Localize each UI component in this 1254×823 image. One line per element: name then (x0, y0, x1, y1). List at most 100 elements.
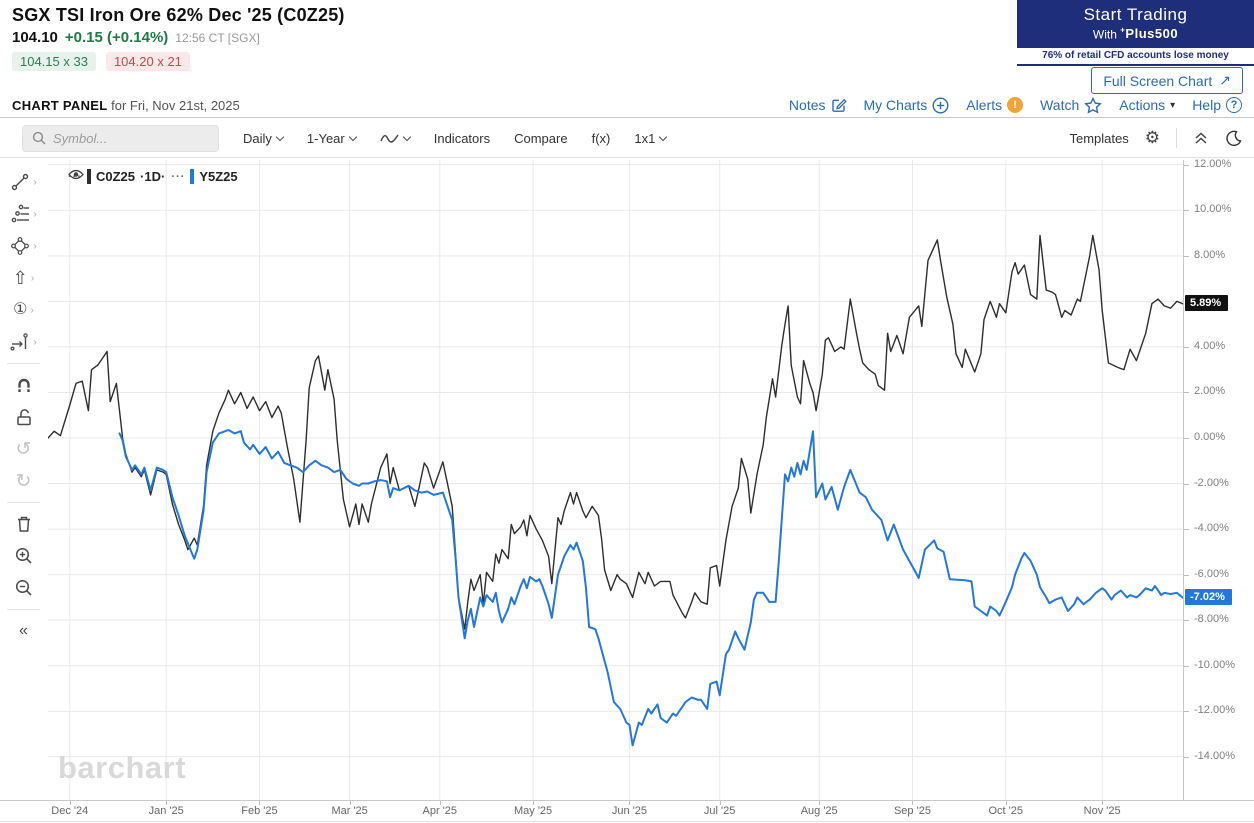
chevron-down-icon (402, 132, 411, 141)
y-axis-label: 0.00% (1194, 430, 1226, 443)
redo-button[interactable]: ↻ (0, 465, 47, 497)
indicators-button[interactable]: Indicators (434, 131, 490, 146)
x-axis-label: Jun '25 (611, 805, 648, 817)
symbol-search-input[interactable]: Symbol... (22, 124, 219, 152)
series-line-Y5Z25[interactable] (118, 429, 1184, 747)
y-axis-tick (1184, 438, 1189, 439)
undo-button[interactable]: ↺ (0, 433, 47, 465)
actions-menu[interactable]: Actions ▾ (1119, 97, 1175, 113)
page-title: SGX TSI Iron Ore 62% Dec '25 (C0Z25) (12, 5, 345, 25)
x-axis-tick (166, 801, 167, 805)
notes-pencil-icon (831, 98, 847, 112)
chart-toolbar: Symbol... Daily 1-Year Indicators Compar… (0, 119, 1254, 158)
x-axis-label: Feb '25 (241, 805, 278, 817)
chart-type-dropdown[interactable] (380, 132, 411, 145)
x-axis-tick (629, 801, 630, 805)
zoom-out-button[interactable] (0, 572, 47, 604)
fibonacci-tool[interactable]: › (0, 198, 47, 230)
measure-tool[interactable]: › (0, 326, 47, 358)
y-axis-tick (1184, 484, 1189, 485)
x-axis-label: Apr '25 (422, 805, 458, 817)
y-axis-tick (1184, 620, 1189, 621)
x-axis-label: Jul '25 (703, 805, 736, 817)
number-annotation-tool[interactable]: ① › (0, 294, 47, 326)
price-chart-svg[interactable] (48, 160, 1183, 800)
delete-drawings-button[interactable] (0, 508, 47, 540)
y-axis-tick (1184, 165, 1189, 166)
x-axis-label: Nov '25 (1083, 805, 1121, 817)
series2-symbol: Y5Z25 (199, 169, 238, 184)
legend-series-2[interactable]: ··· Y5Z25 (68, 169, 238, 184)
y-axis-label: -2.00% (1194, 476, 1229, 489)
chart-panel-bar: CHART PANEL for Fri, Nov 21st, 2025 Note… (0, 93, 1254, 118)
search-icon (32, 131, 46, 145)
grid-layout-dropdown[interactable]: 1x1 (634, 131, 668, 146)
x-axis-label: Mar '25 (331, 805, 368, 817)
full-screen-chart-button[interactable]: Full Screen Chart ↗ (1091, 67, 1243, 94)
chevron-down-icon (659, 132, 668, 141)
x-axis-tick (259, 801, 260, 805)
series1-timeframe[interactable]: ·1D· (140, 169, 165, 184)
series-line-C0Z25[interactable] (48, 234, 1183, 630)
shapes-tool[interactable]: › (0, 230, 47, 262)
quote-line: 104.10 +0.15 (+0.14%) 12:56 CT [SGX] (12, 29, 345, 46)
gear-icon[interactable]: ⚙ (1145, 128, 1160, 148)
series-options-icon[interactable]: ··· (171, 171, 185, 183)
alerts-link[interactable]: Alerts ! (966, 97, 1024, 113)
watch-link[interactable]: Watch (1040, 96, 1103, 114)
y-axis-label: 10.00% (1194, 203, 1232, 216)
panel-date: for Fri, Nov 21st, 2025 (111, 97, 240, 113)
series1-color-swatch (87, 169, 91, 184)
x-axis-label: May '25 (514, 805, 553, 817)
question-circle-icon: ? (1226, 97, 1242, 113)
unlock-tool[interactable] (0, 401, 47, 433)
y-axis-tick (1184, 711, 1189, 712)
time-axis[interactable]: Dec '24 Jan '25 Feb '25 Mar '25 Apr '25 May '… (0, 800, 1254, 822)
y-axis-tick (1184, 392, 1189, 393)
plus500-ad-banner[interactable]: Start Trading With +Plus500 76% of retai… (1017, 0, 1254, 67)
y-axis-tick (1184, 347, 1189, 348)
x-axis-tick (533, 801, 534, 805)
y-axis-label: 4.00% (1194, 339, 1226, 352)
plus-circle-icon (932, 96, 949, 114)
zoom-in-button[interactable] (0, 540, 47, 572)
barchart-watermark: barchart (58, 750, 187, 785)
collapse-up-icon[interactable] (1193, 130, 1209, 146)
drawing-tool-rail: › › › ⇧ › ① › › ↺ ↻ « (0, 158, 47, 823)
eye-icon[interactable] (68, 169, 84, 180)
range-dropdown[interactable]: 1-Year (307, 131, 357, 146)
x-axis-tick (819, 801, 820, 805)
barchart-chart-page: SGX TSI Iron Ore 62% Dec '25 (C0Z25) 104… (0, 0, 1254, 823)
period-dropdown[interactable]: Daily (243, 131, 285, 146)
ad-with-text: With (1092, 27, 1117, 42)
watch-label: Watch (1040, 97, 1080, 113)
magnet-tool[interactable] (0, 369, 47, 401)
bid-ask-row: 104.15 x 33 104.20 x 21 (12, 52, 345, 71)
chart-plot-area[interactable]: ··· C0Z25 ·1D· ··· Y5Z25 barchart (48, 160, 1183, 800)
x-axis-tick (440, 801, 441, 805)
trendline-tool[interactable]: › (0, 166, 47, 198)
chevron-down-icon: ▾ (1170, 99, 1176, 111)
help-link[interactable]: Help ? (1192, 97, 1242, 113)
y-axis-label: 2.00% (1194, 385, 1226, 398)
price-axis[interactable]: 12.00% 10.00% 8.00% 4.00% 2.00% 0.00% -2.00% -4… (1183, 157, 1254, 800)
alert-exclamation-icon: ! (1007, 97, 1024, 113)
notes-link[interactable]: Notes (789, 97, 847, 113)
fx-button[interactable]: f(x) (592, 131, 611, 146)
collapse-rail-button[interactable]: « (0, 615, 47, 647)
panel-links: Notes My Charts Alerts ! Watch Actions ▾… (789, 96, 1242, 114)
ad-main[interactable]: Start Trading With +Plus500 (1017, 0, 1254, 49)
y-axis-label: 8.00% (1194, 248, 1226, 261)
y-axis-label: 12.00% (1194, 157, 1232, 170)
arrow-annotation-tool[interactable]: ⇧ › (0, 262, 47, 294)
my-charts-link[interactable]: My Charts (864, 96, 950, 114)
line-type-icon (380, 134, 399, 143)
toolbar-items: Daily 1-Year Indicators Compare f(x) 1x1 (243, 131, 668, 146)
external-arrow-icon: ↗ (1219, 72, 1231, 88)
panel-title-group: CHART PANEL for Fri, Nov 21st, 2025 (12, 98, 240, 113)
templates-button[interactable]: Templates (1070, 131, 1129, 146)
x-axis-label: Oct '25 (988, 805, 1023, 817)
toolbar-divider (1176, 128, 1177, 148)
dark-mode-moon-icon[interactable] (1225, 130, 1242, 147)
compare-button[interactable]: Compare (514, 131, 567, 146)
